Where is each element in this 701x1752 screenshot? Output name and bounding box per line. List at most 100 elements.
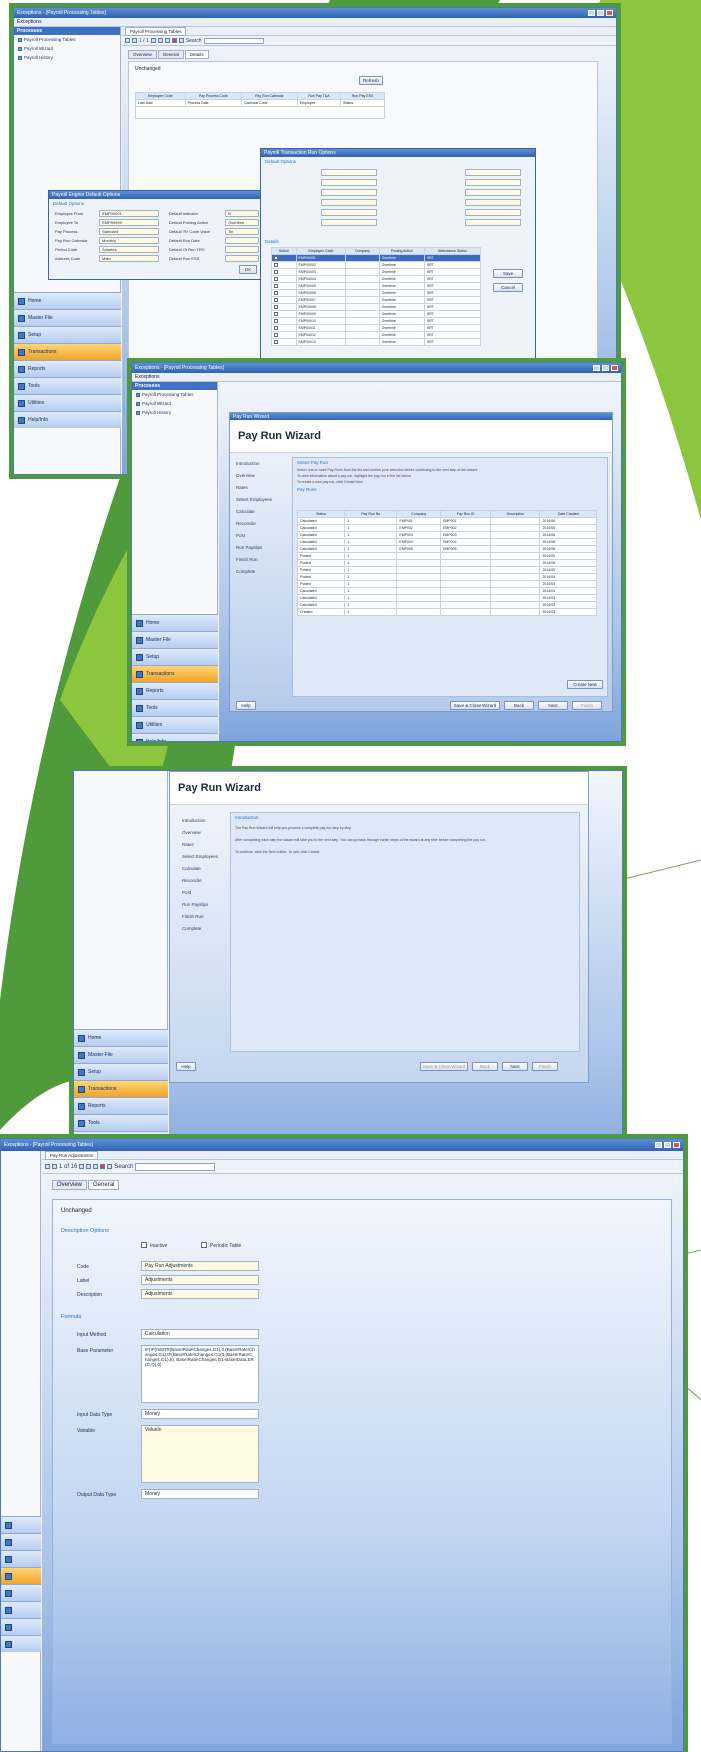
nav-button[interactable] xyxy=(1,1516,41,1533)
table-row[interactable]: Calculated 1 EMP003 EMP003 2014/06 xyxy=(296,531,597,539)
option-field[interactable] xyxy=(465,189,521,196)
prev-record-icon[interactable] xyxy=(132,38,137,43)
last-record-icon[interactable] xyxy=(86,1164,92,1169)
option-field[interactable] xyxy=(321,209,377,216)
nav-button[interactable] xyxy=(1,1533,41,1550)
next-button[interactable]: Next xyxy=(502,1062,528,1071)
nav-button[interactable]: Utilities xyxy=(132,716,218,733)
maximize-icon[interactable] xyxy=(597,10,604,16)
inactive-checkbox[interactable] xyxy=(141,1242,147,1248)
menu-item-exceptions[interactable]: Exceptions xyxy=(135,374,159,380)
option-field[interactable] xyxy=(321,179,377,186)
delete-icon[interactable] xyxy=(171,38,177,43)
close-icon[interactable] xyxy=(673,1142,680,1148)
screen1-titlebar[interactable]: Exceptions - [Payroll Processing Tables] xyxy=(14,8,616,18)
column-header[interactable]: Posting Action xyxy=(378,247,425,255)
nav-button[interactable]: Tools xyxy=(132,699,218,716)
nav-button[interactable] xyxy=(1,1618,41,1635)
ok-button[interactable]: OK xyxy=(239,265,257,274)
table-row[interactable]: Posted 1 2014/04 xyxy=(296,580,597,588)
prev-record-icon[interactable] xyxy=(52,1164,57,1169)
nav-button-master-file[interactable]: Master File xyxy=(14,309,121,326)
next-record-icon[interactable] xyxy=(150,38,156,43)
save-button[interactable]: Save xyxy=(493,269,523,278)
dialog-field-input[interactable]: EMP99999 xyxy=(99,219,159,226)
select-cell[interactable] xyxy=(271,331,297,339)
table-row[interactable]: Posted 1 2014/05 xyxy=(296,566,597,574)
wizard-titlebar[interactable]: Pay Run Wizard xyxy=(230,413,612,420)
nav-button-transactions[interactable]: Transactions xyxy=(14,343,121,360)
periodic-table-checkbox[interactable] xyxy=(201,1242,207,1248)
column-header[interactable]: Select xyxy=(271,247,297,255)
save-icon[interactable] xyxy=(107,1164,113,1169)
nav-button[interactable]: Master File xyxy=(74,1046,168,1063)
new-icon[interactable] xyxy=(164,38,170,43)
table-row[interactable]: EMP00012 Overtime SRT xyxy=(271,331,482,339)
checkbox-icon[interactable] xyxy=(274,311,278,316)
nav-button[interactable]: Setup xyxy=(132,648,218,665)
nav-button-help[interactable]: Help/Info xyxy=(14,411,121,428)
minimize-icon[interactable] xyxy=(588,10,595,16)
option-field[interactable] xyxy=(321,219,377,226)
help-button[interactable]: Help xyxy=(236,701,256,710)
table-row[interactable]: EMP00013 Overtime SRT xyxy=(271,338,482,346)
option-field[interactable] xyxy=(321,189,377,196)
menu-item-exceptions[interactable]: Exceptions xyxy=(17,19,41,25)
dialog-field-input[interactable]: EMP00001 xyxy=(99,210,159,217)
base-parameter-field[interactable]: IF(IF(ISERR(Base!Rate!Changes.G1),0,(Bas… xyxy=(141,1345,259,1403)
table-row[interactable]: EMP00007 Overtime SRT xyxy=(271,296,482,304)
option-field[interactable] xyxy=(465,199,521,206)
close-icon[interactable] xyxy=(611,365,618,371)
description-field[interactable]: Adjustments xyxy=(141,1289,259,1299)
save-close-button[interactable]: Save & Close Wizard xyxy=(420,1062,468,1071)
nav-button-setup[interactable]: Setup xyxy=(14,326,121,343)
tab-overview[interactable]: Overview xyxy=(128,50,157,59)
dialog-field-input[interactable] xyxy=(225,237,259,244)
minimize-icon[interactable] xyxy=(655,1142,662,1148)
dialog-field-input[interactable]: Tin xyxy=(225,228,259,235)
table-row[interactable]: EMP00004 Overtime SRT xyxy=(271,275,482,283)
column-header[interactable]: Pay Run ID xyxy=(440,510,492,518)
column-header[interactable]: Status xyxy=(296,510,346,518)
nav-button[interactable]: Reports xyxy=(132,682,218,699)
checkbox-icon[interactable] xyxy=(274,318,278,323)
next-record-icon[interactable] xyxy=(79,1164,85,1169)
option-field[interactable] xyxy=(321,199,377,206)
tab-general[interactable]: General xyxy=(157,50,184,59)
table-row[interactable]: EMP00002 Overtime SRT xyxy=(271,261,482,269)
dialog-titlebar[interactable]: Payroll Engine Default Options xyxy=(49,191,262,199)
nav-link[interactable]: Payroll History xyxy=(132,408,217,417)
back-button[interactable]: Back xyxy=(504,701,534,710)
table-row[interactable]: EMP00008 Overtime SRT xyxy=(271,303,482,311)
table-row[interactable]: Posted 1 2014/05 xyxy=(296,552,597,560)
nav-button[interactable] xyxy=(1,1550,41,1567)
dialog-field-input[interactable] xyxy=(225,246,259,253)
checkbox-icon[interactable] xyxy=(274,290,278,295)
maximize-icon[interactable] xyxy=(664,1142,671,1148)
dialog-field-input[interactable]: Main xyxy=(99,255,159,262)
nav-button[interactable]: Master File xyxy=(132,631,218,648)
nav-link[interactable]: Payroll History xyxy=(14,53,120,62)
table-row[interactable]: Posted 1 2014/04 xyxy=(296,573,597,581)
checkbox-icon[interactable] xyxy=(274,325,278,330)
dialog-titlebar[interactable]: Payroll Transaction Run Options xyxy=(261,149,535,157)
column-header[interactable]: Description xyxy=(490,510,541,518)
nav-button[interactable] xyxy=(1,1567,41,1584)
output-data-type-select[interactable]: Money xyxy=(141,1489,259,1499)
table-row[interactable]: Posted 1 2014/05 xyxy=(296,559,597,567)
finish-button[interactable]: Finish xyxy=(572,701,602,710)
dialog-field-input[interactable]: Salaries xyxy=(99,246,159,253)
table-row[interactable]: EMP00001 Overtime SRT xyxy=(271,254,482,262)
select-cell[interactable] xyxy=(271,310,297,318)
nav-button-tools[interactable]: Tools xyxy=(14,377,121,394)
nav-link[interactable]: Payroll Wizard xyxy=(132,399,217,408)
tab-general[interactable]: General xyxy=(88,1180,120,1190)
screen2-titlebar[interactable]: Exceptions - [Payroll Processing Tables] xyxy=(132,363,621,373)
nav-button-utilities[interactable]: Utilities xyxy=(14,394,121,411)
checkbox-icon[interactable] xyxy=(274,339,278,344)
last-record-icon[interactable] xyxy=(157,38,163,43)
checkbox-icon[interactable] xyxy=(274,304,278,309)
dialog-field-input[interactable]: Monthly xyxy=(99,237,159,244)
save-close-button[interactable]: Save & Close Wizard xyxy=(450,701,500,710)
option-field[interactable] xyxy=(465,179,521,186)
